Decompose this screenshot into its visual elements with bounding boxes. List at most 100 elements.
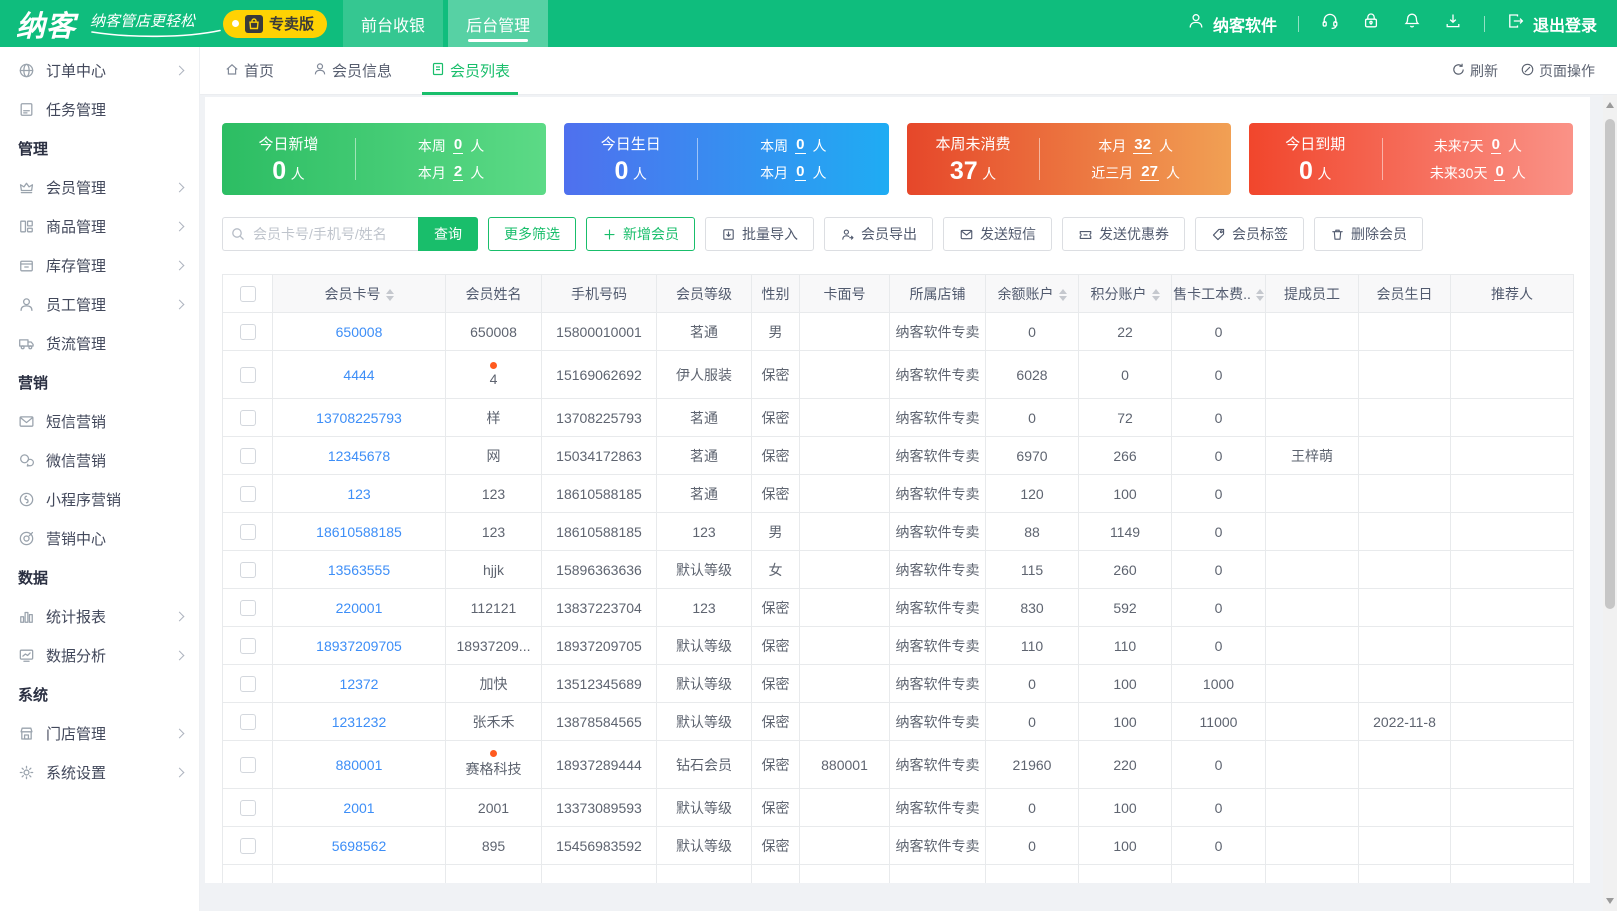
row-checkbox[interactable] — [240, 838, 256, 854]
member-card-link[interactable]: 5698562 — [332, 838, 387, 854]
sidebar-item-staff-management[interactable]: 员工管理 — [0, 285, 199, 324]
sort-arrows-icon[interactable] — [386, 289, 394, 301]
send-sms-button[interactable]: 发送短信 — [943, 217, 1052, 251]
support-headset-icon[interactable] — [1320, 11, 1340, 36]
cell-points: 0 — [1121, 367, 1129, 383]
cell-phone: 18937289444 — [556, 757, 642, 773]
tab-member-list[interactable]: 会员列表 — [430, 47, 510, 95]
cell-gender: 保密 — [762, 800, 790, 816]
sidebar-item-label: 任务管理 — [46, 99, 183, 120]
sidebar-item-label: 系统设置 — [46, 762, 176, 783]
sidebar-item-product-management[interactable]: 商品管理 — [0, 207, 199, 246]
member-tag-button[interactable]: 会员标签 — [1195, 217, 1304, 251]
search-button[interactable]: 查询 — [418, 217, 478, 251]
member-card-link[interactable]: 18937209705 — [316, 638, 402, 654]
search-input[interactable] — [222, 217, 418, 251]
member-card-link[interactable]: 4444 — [343, 367, 374, 383]
cell-gender: 保密 — [762, 486, 790, 502]
row-checkbox[interactable] — [240, 676, 256, 692]
scroll-down-arrow-icon[interactable] — [1606, 898, 1614, 904]
stat-subline: 本周0人 — [418, 136, 484, 156]
nav-tab-back-office[interactable]: 后台管理 — [448, 0, 548, 47]
sidebar-item-data-analysis[interactable]: 数据分析 — [0, 636, 199, 675]
send-coupon-button[interactable]: 发送优惠券 — [1062, 217, 1185, 251]
sidebar-item-store-management[interactable]: 门店管理 — [0, 714, 199, 753]
nav-tab-front-desk[interactable]: 前台收银 — [343, 0, 443, 47]
sidebar-item-logistics-management[interactable]: 货流管理 — [0, 324, 199, 363]
stat-subline: 未来30天0人 — [1430, 163, 1526, 183]
page-actions-button[interactable]: 页面操作 — [1520, 61, 1595, 81]
sidebar-item-marketing-center[interactable]: 营销中心 — [0, 519, 199, 558]
chevron-right-icon — [175, 729, 185, 739]
table-row: 13708225793样13708225793茗通保密纳客软件专卖0720 — [223, 399, 1574, 437]
row-checkbox[interactable] — [240, 448, 256, 464]
select-all-checkbox[interactable] — [240, 286, 256, 302]
row-checkbox[interactable] — [240, 410, 256, 426]
sidebar-item-member-management[interactable]: 会员管理 — [0, 168, 199, 207]
vertical-scrollbar[interactable] — [1603, 95, 1617, 911]
tab-home[interactable]: 首页 — [224, 47, 274, 95]
sidebar-item-sms-marketing[interactable]: 短信营销 — [0, 402, 199, 441]
sidebar-item-order-center[interactable]: 订单中心 — [0, 51, 199, 90]
member-card-link[interactable]: 18610588185 — [316, 524, 402, 540]
sidebar-item-inventory-management[interactable]: 库存管理 — [0, 246, 199, 285]
row-checkbox[interactable] — [240, 800, 256, 816]
sidebar-item-miniprogram-marketing[interactable]: 小程序营销 — [0, 480, 199, 519]
cell-gender: 保密 — [762, 838, 790, 854]
sort-arrows-icon[interactable] — [1152, 289, 1160, 301]
sidebar-item-label: 库存管理 — [46, 255, 176, 276]
button-label: 新增会员 — [623, 224, 679, 244]
row-checkbox[interactable] — [240, 600, 256, 616]
sidebar-item-wechat-marketing[interactable]: 微信营销 — [0, 441, 199, 480]
cell-level: 默认等级 — [676, 838, 732, 854]
sort-arrows-icon[interactable] — [1256, 289, 1264, 301]
sidebar-item-system-settings[interactable]: 系统设置 — [0, 753, 199, 792]
cell-level: 茗通 — [690, 448, 718, 464]
delete-member-button[interactable]: 删除会员 — [1314, 217, 1423, 251]
member-card-link[interactable]: 220001 — [336, 600, 383, 616]
column-header-checkbox — [223, 275, 273, 313]
scroll-up-arrow-icon[interactable] — [1606, 102, 1614, 108]
scrollbar-thumb[interactable] — [1605, 119, 1615, 609]
row-checkbox[interactable] — [240, 367, 256, 383]
row-checkbox[interactable] — [240, 714, 256, 730]
row-checkbox[interactable] — [240, 757, 256, 773]
download-icon[interactable] — [1443, 11, 1463, 36]
row-checkbox[interactable] — [240, 486, 256, 502]
cell-shop: 纳客软件专卖 — [896, 367, 980, 383]
member-card-link[interactable]: 13708225793 — [316, 410, 402, 426]
batch-import-button[interactable]: 批量导入 — [705, 217, 814, 251]
logout-button[interactable]: 退出登录 — [1506, 11, 1597, 36]
member-card-link[interactable]: 1231232 — [332, 714, 387, 730]
row-checkbox[interactable] — [240, 638, 256, 654]
notification-bell-icon[interactable] — [1402, 11, 1422, 36]
sidebar-item-task-management[interactable]: 任务管理 — [0, 90, 199, 129]
refresh-button[interactable]: 刷新 — [1451, 61, 1498, 81]
stat-value: 37 人 — [907, 157, 1040, 186]
member-card-link[interactable]: 880001 — [336, 757, 383, 773]
app-tagline: 纳客管店更轻松 — [90, 10, 195, 37]
user-menu[interactable]: 纳客软件 — [1186, 11, 1277, 36]
member-export-button[interactable]: 会员导出 — [824, 217, 933, 251]
logout-icon — [1506, 11, 1526, 36]
table-row: 12372加快13512345689默认等级保密纳客软件专卖01001000 — [223, 665, 1574, 703]
add-member-button[interactable]: 新增会员 — [586, 217, 695, 251]
member-card-link[interactable]: 12372 — [340, 676, 379, 692]
row-checkbox[interactable] — [240, 324, 256, 340]
member-card-link[interactable]: 12345678 — [328, 448, 390, 464]
member-card-link[interactable]: 123 — [347, 486, 370, 502]
lock-icon[interactable] — [1361, 11, 1381, 36]
row-checkbox[interactable] — [240, 524, 256, 540]
cell-shop: 纳客软件专卖 — [896, 524, 980, 540]
notification-dot-icon — [490, 750, 497, 757]
sidebar-item-statistics-report[interactable]: 统计报表 — [0, 597, 199, 636]
member-card-link[interactable]: 650008 — [336, 324, 383, 340]
sort-arrows-icon[interactable] — [1059, 289, 1067, 301]
member-card-link[interactable]: 2001 — [343, 800, 374, 816]
more-filters-button[interactable]: 更多筛选 — [488, 217, 576, 251]
cell-level: 默认等级 — [676, 714, 732, 730]
row-checkbox[interactable] — [240, 562, 256, 578]
tab-member-info[interactable]: 会员信息 — [312, 47, 392, 95]
column-header-points: 积分账户 — [1079, 275, 1172, 313]
member-card-link[interactable]: 13563555 — [328, 562, 390, 578]
